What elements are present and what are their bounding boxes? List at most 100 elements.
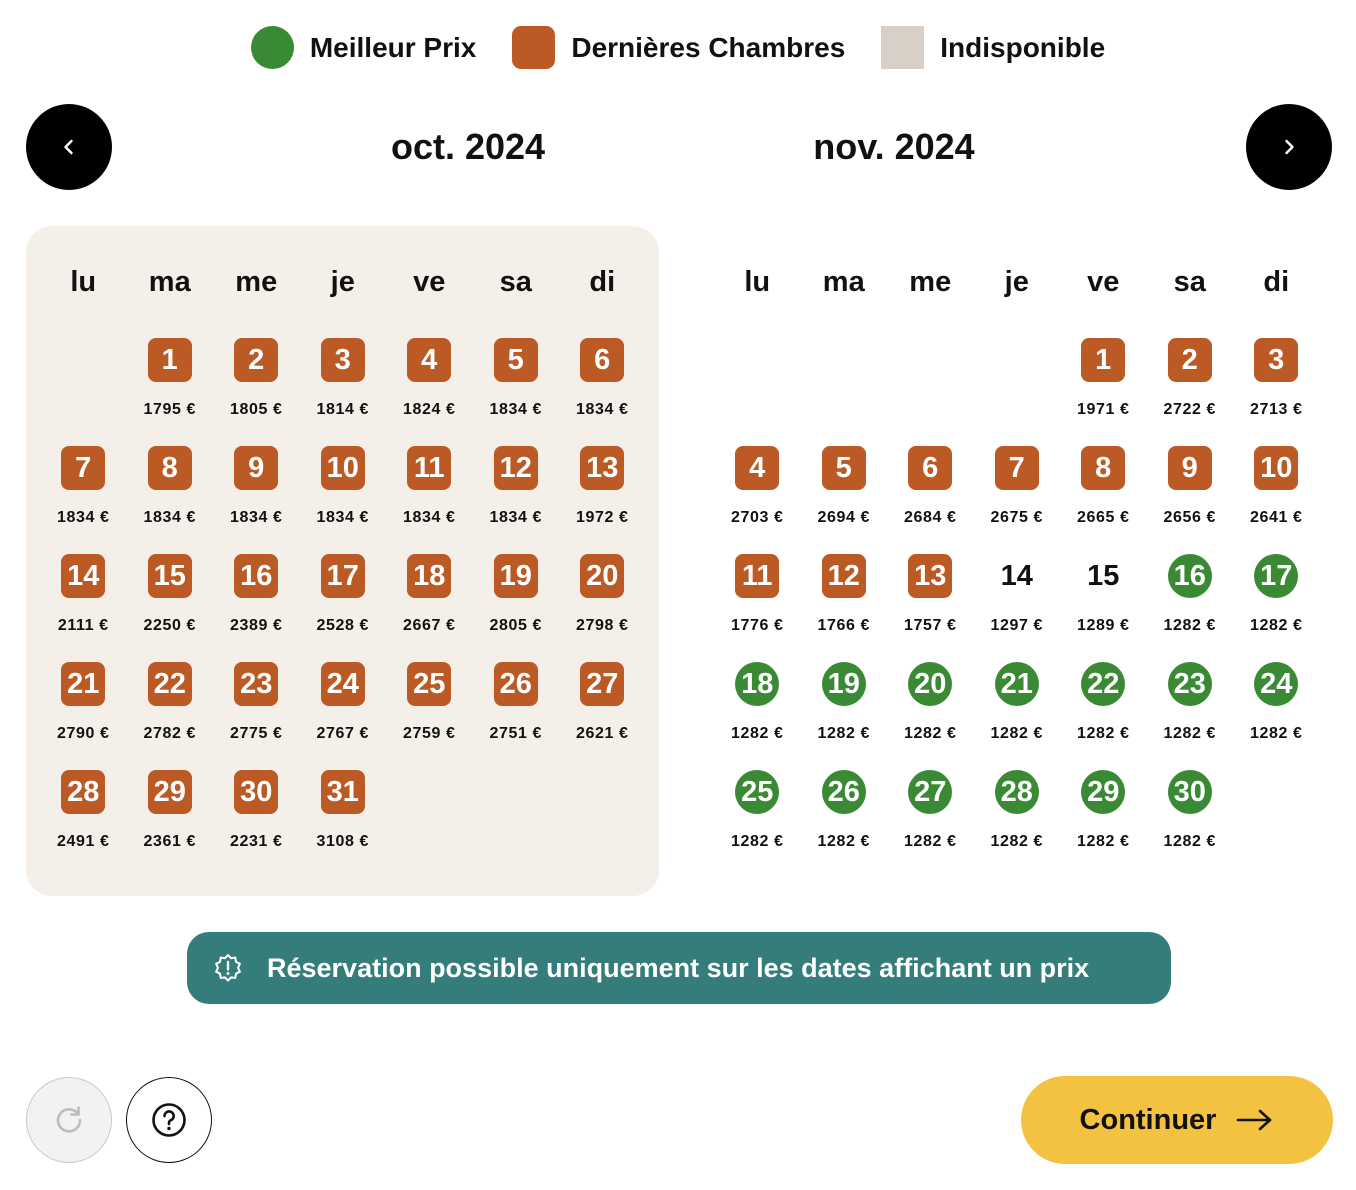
day-number: 2 [1167,338,1212,382]
day-number: 6 [580,338,625,382]
day-cell[interactable]: 24 2767 € [300,662,387,770]
day-cell[interactable]: 19 2805 € [473,554,560,662]
legend: Meilleur Prix Dernières Chambres Indispo… [0,26,1356,69]
day-cell[interactable]: 11 1834 € [386,446,473,554]
day-cell[interactable]: 29 1282 € [1060,770,1147,878]
day-cell[interactable]: 2 2722 € [1147,338,1234,446]
continue-button[interactable]: Continuer [1021,1076,1333,1164]
day-number: 5 [821,446,866,490]
day-cell[interactable]: 20 2798 € [559,554,646,662]
day-number: 10 [1254,446,1299,490]
day-cell[interactable]: 8 1834 € [127,446,214,554]
day-cell[interactable]: 5 1834 € [473,338,560,446]
day-cell[interactable]: 18 2667 € [386,554,473,662]
day-cell[interactable]: 14 2111 € [40,554,127,662]
day-cell[interactable]: 30 1282 € [1147,770,1234,878]
day-cell[interactable]: 14 1297 € [974,554,1061,662]
unavailable-swatch [881,26,925,69]
day-cell[interactable]: 12 1766 € [801,554,888,662]
day-number: 27 [908,770,953,814]
day-cell[interactable]: 30 2231 € [213,770,300,878]
day-cell[interactable]: 4 2703 € [714,446,801,554]
day-cell[interactable]: 20 1282 € [887,662,974,770]
day-cell[interactable]: 26 2751 € [473,662,560,770]
day-price: 3108 € [316,833,370,850]
day-cell[interactable]: 26 1282 € [801,770,888,878]
day-cell[interactable]: 5 2694 € [801,446,888,554]
day-cell[interactable]: 22 2782 € [127,662,214,770]
day-number: 29 [1081,770,1126,814]
day-cell[interactable]: 21 2790 € [40,662,127,770]
day-cell[interactable]: 17 2528 € [300,554,387,662]
day-cell[interactable]: 16 2389 € [213,554,300,662]
day-cell[interactable]: 6 2684 € [887,446,974,554]
day-cell[interactable]: 27 2621 € [559,662,646,770]
day-cell[interactable]: 25 1282 € [714,770,801,878]
day-cell[interactable]: 3 1814 € [300,338,387,446]
day-cell[interactable]: 23 1282 € [1147,662,1234,770]
day-cell[interactable]: 2 1805 € [213,338,300,446]
next-month-button[interactable] [1246,104,1332,190]
day-price: 1289 € [1076,617,1130,634]
day-cell[interactable]: 10 1834 € [300,446,387,554]
day-number: 8 [1081,446,1126,490]
day-cell[interactable]: 9 2656 € [1147,446,1234,554]
day-cell[interactable]: 28 2491 € [40,770,127,878]
day-cell[interactable]: 19 1282 € [801,662,888,770]
day-price: 1282 € [1076,725,1130,742]
day-cell[interactable]: 29 2361 € [127,770,214,878]
legend-unavailable: Indisponible [881,26,1105,69]
day-number: 20 [580,554,625,598]
day-number: 7 [61,446,106,490]
chevron-left-icon [64,139,73,155]
day-price: 2656 € [1163,509,1217,526]
day-cell[interactable]: 24 1282 € [1233,662,1320,770]
day-cell[interactable]: 7 2675 € [974,446,1061,554]
day-cell[interactable]: 1 1795 € [127,338,214,446]
help-button[interactable] [126,1077,212,1163]
refresh-button[interactable] [26,1077,112,1163]
day-cell[interactable]: 15 2250 € [127,554,214,662]
day-cell[interactable]: 9 1834 € [213,446,300,554]
day-cell[interactable]: 25 2759 € [386,662,473,770]
day-number: 7 [994,446,1039,490]
day-number: 16 [234,554,279,598]
day-cell[interactable]: 3 2713 € [1233,338,1320,446]
day-price: 1834 € [402,509,456,526]
day-number: 23 [1167,662,1212,706]
day-number: 17 [1254,554,1299,598]
previous-month-button[interactable] [26,104,112,190]
day-cell[interactable]: 13 1972 € [559,446,646,554]
day-cell[interactable]: 10 2641 € [1233,446,1320,554]
day-cell[interactable]: 21 1282 € [974,662,1061,770]
day-number: 26 [493,662,538,706]
day-cell[interactable]: 13 1757 € [887,554,974,662]
day-price: 1282 € [990,725,1044,742]
day-number: 28 [61,770,106,814]
day-cell[interactable]: 28 1282 € [974,770,1061,878]
day-price: 1834 € [575,401,629,418]
day-price: 1814 € [316,401,370,418]
day-cell[interactable]: 11 1776 € [714,554,801,662]
day-cell[interactable]: 4 1824 € [386,338,473,446]
day-cell[interactable]: 6 1834 € [559,338,646,446]
day-number: 1 [1081,338,1126,382]
day-price: 1282 € [1163,833,1217,850]
day-cell[interactable]: 27 1282 € [887,770,974,878]
day-cell[interactable]: 7 1834 € [40,446,127,554]
day-cell[interactable]: 12 1834 € [473,446,560,554]
day-cell[interactable]: 16 1282 € [1147,554,1234,662]
day-cell[interactable]: 8 2665 € [1060,446,1147,554]
day-price: 1282 € [1163,617,1217,634]
day-cell[interactable]: 31 3108 € [300,770,387,878]
day-cell[interactable]: 1 1971 € [1060,338,1147,446]
day-number: 8 [147,446,192,490]
day-price: 1834 € [316,509,370,526]
day-cell[interactable]: 17 1282 € [1233,554,1320,662]
day-cell[interactable]: 22 1282 € [1060,662,1147,770]
day-price: 1282 € [730,833,784,850]
day-cell[interactable]: 18 1282 € [714,662,801,770]
day-cell[interactable]: 15 1289 € [1060,554,1147,662]
day-number: 19 [821,662,866,706]
day-cell[interactable]: 23 2775 € [213,662,300,770]
